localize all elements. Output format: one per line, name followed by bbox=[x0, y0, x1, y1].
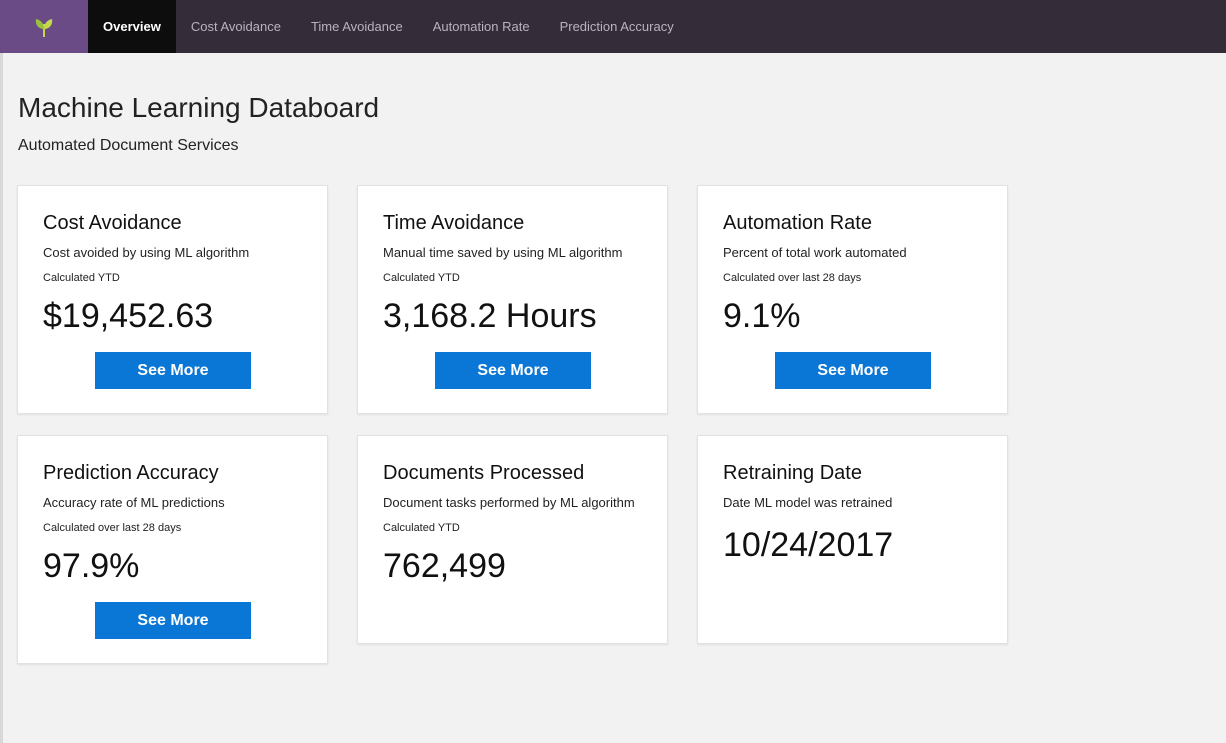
card-period: Calculated YTD bbox=[383, 272, 460, 284]
card-value: 3,168.2 Hours bbox=[383, 297, 597, 335]
card-description: Accuracy rate of ML predictions bbox=[43, 495, 225, 510]
card-time-avoidance: Time Avoidance Manual time saved by usin… bbox=[357, 185, 668, 414]
card-description: Percent of total work automated bbox=[723, 245, 907, 260]
card-period: Calculated over last 28 days bbox=[723, 272, 862, 284]
page-title: Machine Learning Databoard bbox=[18, 92, 380, 123]
card-value: 762,499 bbox=[383, 547, 506, 585]
app-logo[interactable] bbox=[0, 0, 88, 53]
page-subtitle: Automated Document Services bbox=[18, 137, 239, 154]
tab-prediction-accuracy[interactable]: Prediction Accuracy bbox=[545, 0, 689, 53]
see-more-button[interactable]: See More bbox=[435, 352, 591, 389]
card-title: Cost Avoidance bbox=[43, 212, 182, 234]
card-cost-avoidance: Cost Avoidance Cost avoided by using ML … bbox=[17, 185, 328, 414]
card-retraining-date: Retraining Date Date ML model was retrai… bbox=[697, 435, 1008, 644]
top-navbar: Overview Cost Avoidance Time Avoidance A… bbox=[0, 0, 1226, 53]
card-automation-rate: Automation Rate Percent of total work au… bbox=[697, 185, 1008, 414]
card-title: Automation Rate bbox=[723, 212, 872, 234]
card-value: 10/24/2017 bbox=[723, 526, 894, 564]
window-edge bbox=[0, 53, 3, 743]
see-more-button[interactable]: See More bbox=[95, 602, 251, 639]
card-documents-processed: Documents Processed Document tasks perfo… bbox=[357, 435, 668, 644]
card-title: Retraining Date bbox=[723, 462, 862, 484]
leaf-sprout-icon bbox=[35, 18, 53, 37]
card-period: Calculated YTD bbox=[383, 522, 460, 534]
tab-time-avoidance[interactable]: Time Avoidance bbox=[296, 0, 418, 53]
card-period: Calculated YTD bbox=[43, 272, 120, 284]
card-value: 97.9% bbox=[43, 547, 140, 585]
tab-automation-rate[interactable]: Automation Rate bbox=[418, 0, 545, 53]
tab-overview[interactable]: Overview bbox=[88, 0, 176, 53]
card-description: Document tasks performed by ML algorithm bbox=[383, 495, 635, 510]
card-title: Time Avoidance bbox=[383, 212, 525, 234]
card-period: Calculated over last 28 days bbox=[43, 522, 182, 534]
see-more-button[interactable]: See More bbox=[775, 352, 931, 389]
card-value: $19,452.63 bbox=[43, 297, 214, 335]
card-title: Prediction Accuracy bbox=[43, 462, 219, 484]
card-title: Documents Processed bbox=[383, 462, 585, 484]
card-value: 9.1% bbox=[723, 297, 801, 335]
card-description: Manual time saved by using ML algorithm bbox=[383, 245, 623, 260]
card-description: Cost avoided by using ML algorithm bbox=[43, 245, 250, 260]
tab-cost-avoidance[interactable]: Cost Avoidance bbox=[176, 0, 296, 53]
card-description: Date ML model was retrained bbox=[723, 495, 893, 510]
see-more-button[interactable]: See More bbox=[95, 352, 251, 389]
card-prediction-accuracy: Prediction Accuracy Accuracy rate of ML … bbox=[17, 435, 328, 664]
